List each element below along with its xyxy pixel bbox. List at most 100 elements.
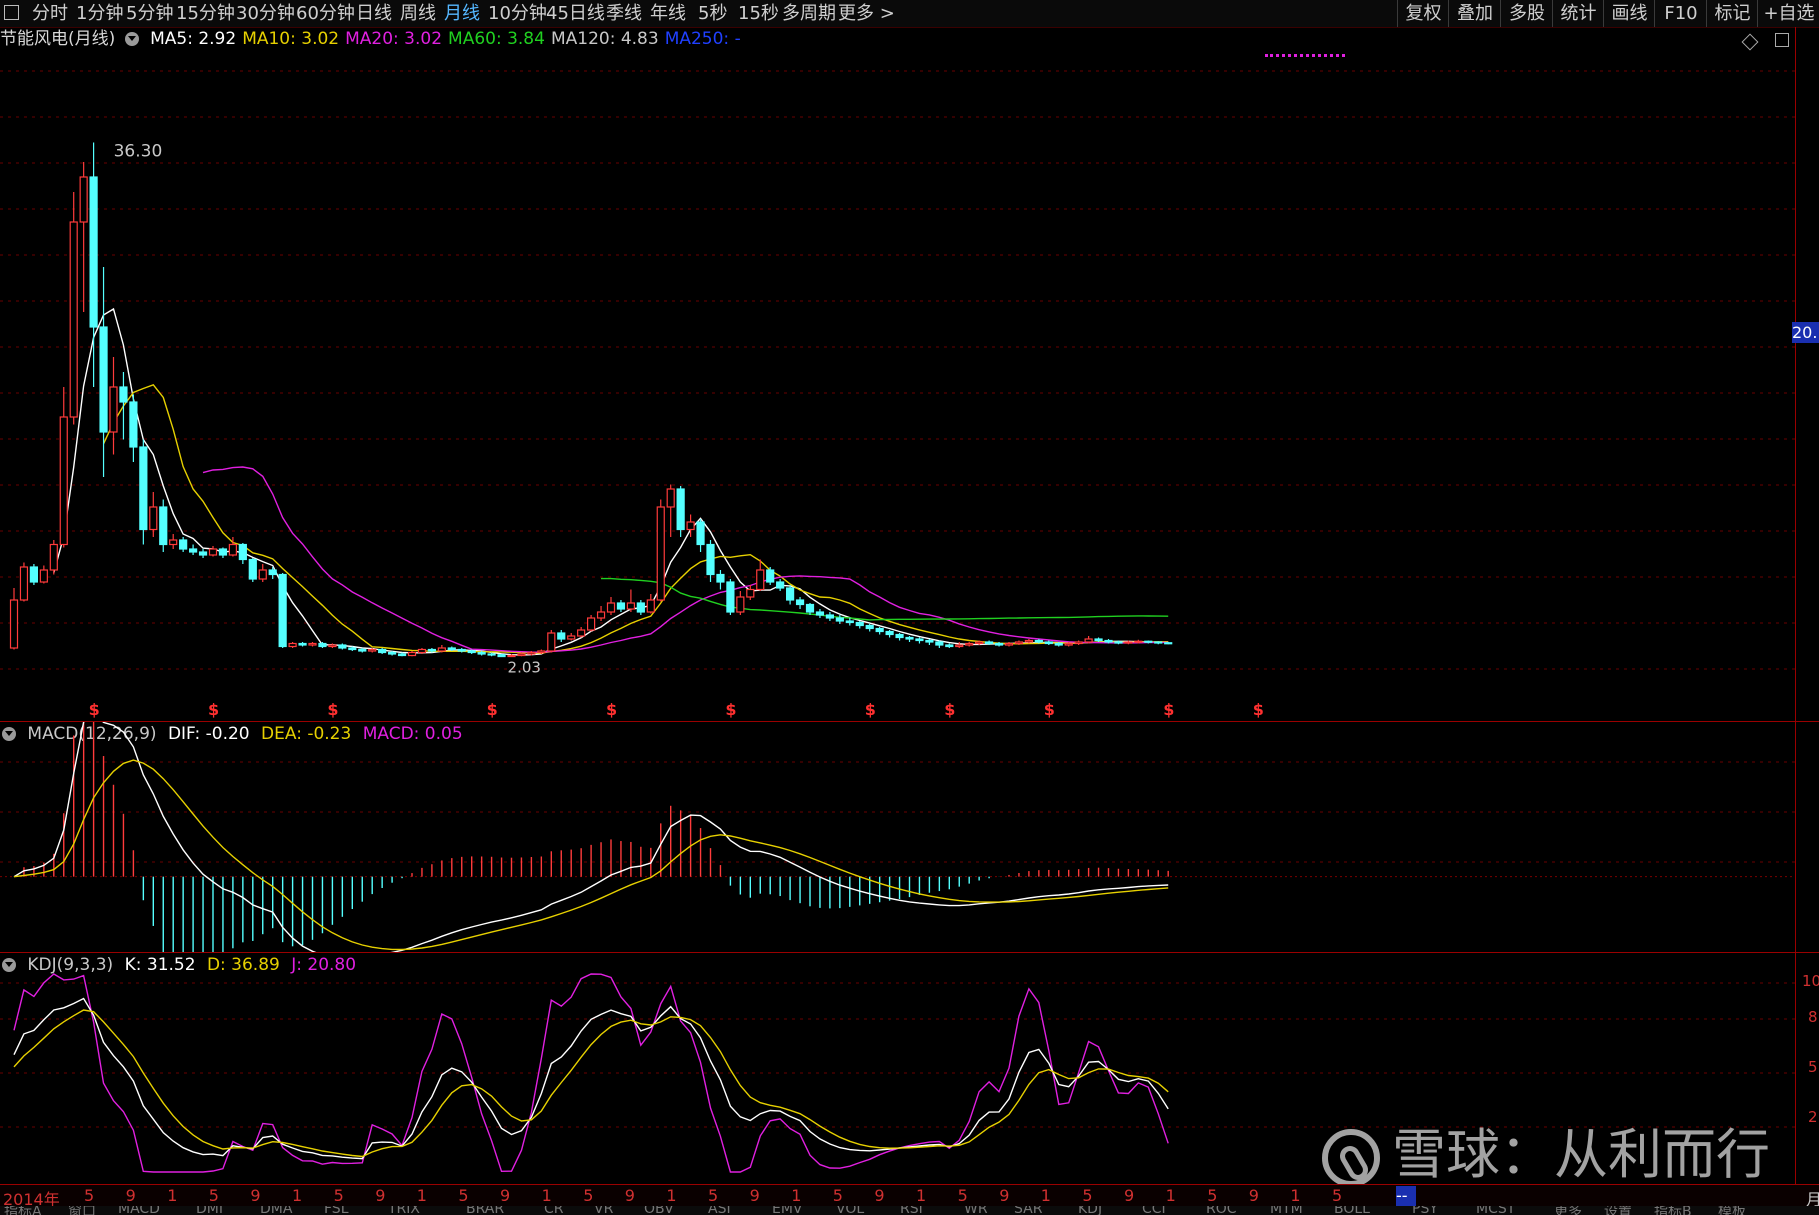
toolbar-button-0[interactable]: 复权 — [1397, 0, 1449, 27]
candle — [179, 537, 188, 552]
kdj-axis-80: 8 — [1808, 1008, 1818, 1026]
tab-13[interactable]: 5秒 — [698, 2, 727, 25]
time-tick: 5 — [208, 1186, 219, 1205]
indicator-tab[interactable]: 更多 — [1554, 1206, 1582, 1215]
dividend-marker[interactable]: $ — [89, 700, 100, 719]
indicator-tab[interactable]: WR — [964, 1206, 988, 1215]
candle — [139, 439, 148, 545]
dividend-marker[interactable]: $ — [944, 700, 955, 719]
indicator-tab[interactable]: MACD — [118, 1206, 160, 1215]
candle — [596, 606, 606, 621]
indicator-tab[interactable]: PSY — [1412, 1206, 1438, 1215]
candle — [606, 597, 616, 615]
tab-14[interactable]: 15秒 — [738, 2, 779, 25]
indicator-tab[interactable]: ASI — [708, 1206, 731, 1215]
toolbar-button-4[interactable]: 画线 — [1603, 0, 1655, 27]
dividend-marker[interactable]: $ — [725, 700, 736, 719]
indicator-tab[interactable]: VOL — [836, 1206, 864, 1215]
macd-chart[interactable] — [0, 722, 1795, 952]
toolbar-button-6[interactable]: 标记 — [1706, 0, 1758, 27]
indicator-tab[interactable]: BOLL — [1334, 1206, 1370, 1215]
ma-line-MA20 — [202, 466, 1169, 653]
tab-11[interactable]: 季线 — [606, 2, 642, 25]
tab-1[interactable]: 1分钟 — [76, 2, 123, 25]
low-price-label: 2.03 — [508, 659, 541, 677]
toolbar-button-7[interactable]: +自选 — [1757, 0, 1819, 27]
time-tick: 5 — [1332, 1186, 1343, 1205]
indicator-tab[interactable]: 指标B — [1654, 1206, 1692, 1215]
tab-10[interactable]: 45日线 — [546, 2, 605, 25]
candle — [288, 642, 297, 648]
candle — [208, 546, 218, 557]
layout-toggle-icon[interactable] — [4, 5, 19, 20]
toolbar-button-5[interactable]: F10 — [1654, 0, 1707, 27]
indicator-tab[interactable]: RSI — [900, 1206, 923, 1215]
indicator-tab[interactable]: OBV — [644, 1206, 674, 1215]
kdj-axis-20: 2 — [1808, 1108, 1818, 1126]
candle — [935, 640, 944, 648]
indicator-tab[interactable]: 指标A — [4, 1206, 42, 1215]
indicator-tab[interactable]: MTM — [1270, 1206, 1303, 1215]
indicator-tab[interactable]: KDJ — [1078, 1206, 1102, 1215]
indicator-tab[interactable]: TRIX — [388, 1206, 420, 1215]
dividend-marker[interactable]: $ — [606, 700, 617, 719]
price-chart[interactable]: 36.30 2.03 $ $ $ $ $ $ $ $ $ $ $ — [0, 27, 1795, 721]
right-axis-border — [1795, 27, 1796, 1184]
candle — [726, 579, 735, 615]
dividend-marker[interactable]: $ — [865, 700, 876, 719]
candle — [776, 579, 785, 591]
tab-16[interactable]: 更多 > — [838, 2, 895, 25]
tab-0[interactable]: 分时 — [32, 2, 68, 25]
indicator-tab[interactable]: MCST — [1476, 1206, 1515, 1215]
dividend-marker[interactable]: $ — [1253, 700, 1264, 719]
dividend-marker[interactable]: $ — [1163, 700, 1174, 719]
indicator-tab[interactable]: EMV — [772, 1206, 803, 1215]
candle — [1154, 641, 1163, 645]
candle — [298, 642, 307, 647]
dividend-marker[interactable]: $ — [1044, 700, 1055, 719]
indicator-tab[interactable]: DMA — [260, 1206, 292, 1215]
dividend-marker[interactable]: $ — [487, 700, 498, 719]
candle — [417, 648, 427, 654]
indicator-tab[interactable]: 模板 — [1718, 1206, 1746, 1215]
tab-2[interactable]: 5分钟 — [126, 2, 173, 25]
indicator-tab[interactable]: CCI — [1142, 1206, 1166, 1215]
candle — [169, 534, 178, 549]
tab-15[interactable]: 多周期 — [782, 2, 836, 25]
candle — [278, 573, 287, 648]
candle — [1084, 636, 1093, 644]
tab-12[interactable]: 年线 — [650, 2, 686, 25]
candle — [845, 618, 854, 626]
candle — [865, 624, 874, 632]
indicator-tab[interactable]: VR — [594, 1206, 613, 1215]
toolbar-button-3[interactable]: 统计 — [1552, 0, 1604, 27]
toolbar-button-2[interactable]: 多股 — [1500, 0, 1553, 27]
tab-6[interactable]: 日线 — [356, 2, 392, 25]
candle — [676, 486, 685, 537]
indicator-tab[interactable]: DMI — [196, 1206, 223, 1215]
indicator-tab[interactable]: 窗口 — [68, 1206, 96, 1215]
tab-8[interactable]: 月线 — [444, 2, 480, 25]
indicator-tab[interactable]: 设置 — [1604, 1206, 1632, 1215]
time-tick: 9 — [125, 1186, 136, 1205]
time-tick: 5 — [333, 1186, 344, 1205]
toolbar-button-1[interactable]: 叠加 — [1448, 0, 1501, 27]
tab-4[interactable]: 30分钟 — [236, 2, 295, 25]
time-tick: 1 — [666, 1186, 677, 1205]
dividend-marker[interactable]: $ — [327, 700, 338, 719]
indicator-tab[interactable]: CR — [544, 1206, 564, 1215]
candle — [696, 519, 705, 552]
time-tick: 5 — [708, 1186, 719, 1205]
tab-3[interactable]: 15分钟 — [176, 2, 235, 25]
indicator-tab[interactable]: SAR — [1014, 1206, 1042, 1215]
indicator-tab[interactable]: FSL — [324, 1206, 349, 1215]
dividend-marker[interactable]: $ — [208, 700, 219, 719]
candle — [69, 192, 78, 425]
tab-7[interactable]: 周线 — [400, 2, 436, 25]
indicator-tab[interactable]: BRAR — [466, 1206, 504, 1215]
time-tick: 9 — [874, 1186, 885, 1205]
tab-9[interactable]: 10分钟 — [488, 2, 547, 25]
indicator-tab[interactable]: ROC — [1206, 1206, 1237, 1215]
candle — [378, 648, 387, 654]
tab-5[interactable]: 60分钟 — [296, 2, 355, 25]
